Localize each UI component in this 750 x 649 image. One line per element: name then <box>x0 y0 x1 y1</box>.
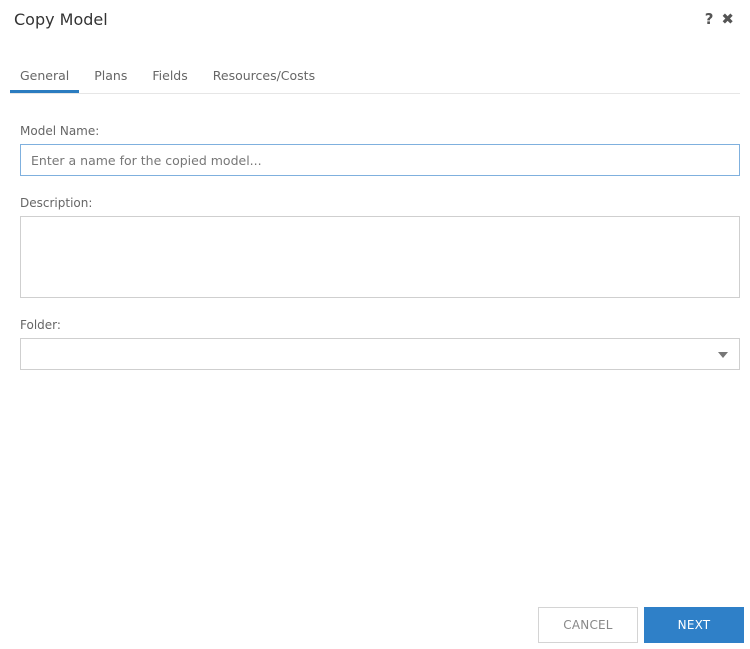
tab-general[interactable]: General <box>10 60 80 93</box>
model-name-label: Model Name: <box>20 124 100 138</box>
tab-resources-costs[interactable]: Resources/Costs <box>203 60 325 93</box>
copy-model-dialog: Copy Model ? ✖ General Plans Fields Reso… <box>0 0 750 649</box>
cancel-button[interactable]: CANCEL <box>538 607 638 643</box>
help-icon[interactable]: ? <box>705 10 714 28</box>
folder-label: Folder: <box>20 318 61 332</box>
folder-select[interactable] <box>20 338 740 370</box>
chevron-down-icon[interactable] <box>718 352 728 358</box>
next-button[interactable]: NEXT <box>644 607 744 643</box>
dialog-title: Copy Model <box>14 10 108 29</box>
header-actions: ? ✖ <box>705 10 734 28</box>
model-name-input[interactable] <box>20 144 740 176</box>
tab-bar: General Plans Fields Resources/Costs <box>10 60 740 94</box>
tab-fields[interactable]: Fields <box>142 60 197 93</box>
close-icon[interactable]: ✖ <box>721 10 734 28</box>
description-textarea[interactable] <box>20 216 740 298</box>
description-label: Description: <box>20 196 93 210</box>
tab-plans[interactable]: Plans <box>84 60 137 93</box>
